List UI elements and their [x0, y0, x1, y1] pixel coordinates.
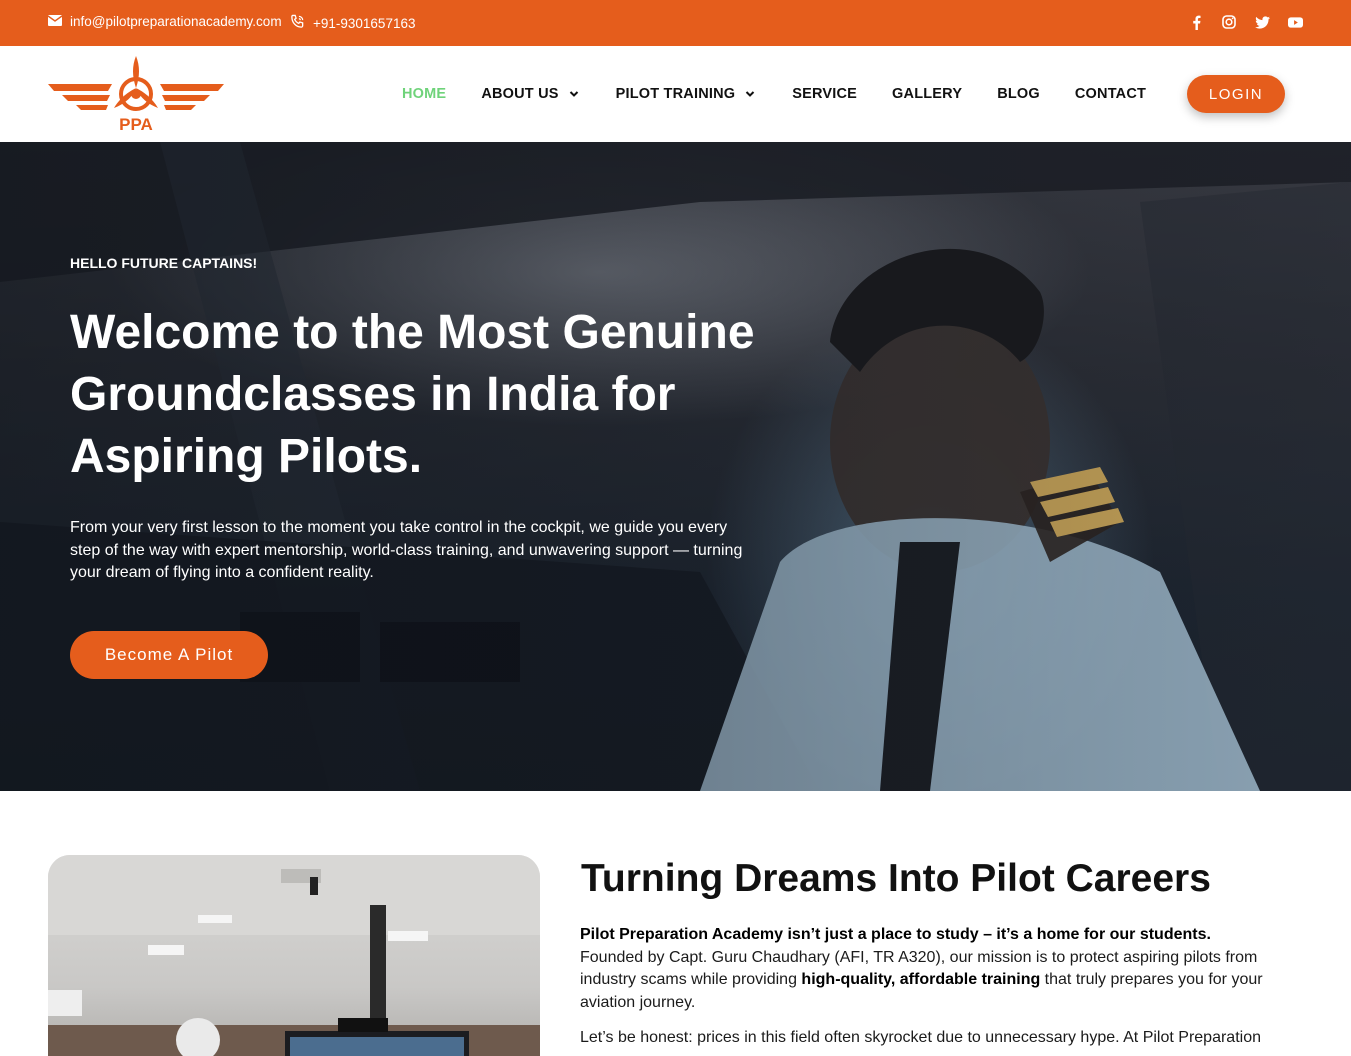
email-contact[interactable]: info@pilotpreparationacademy.com — [47, 14, 282, 29]
main-nav: HOME ABOUT US PILOT TRAINING SERVICE GAL… — [402, 46, 1146, 142]
instagram-icon[interactable] — [1221, 13, 1237, 31]
nav-gallery[interactable]: GALLERY — [892, 86, 962, 102]
about-title: Turning Dreams Into Pilot Careers — [581, 857, 1211, 900]
phone-contact[interactable]: +91-9301657163 — [290, 14, 415, 32]
chevron-down-icon — [746, 91, 755, 97]
email-text[interactable]: info@pilotpreparationacademy.com — [70, 14, 282, 29]
nav-home[interactable]: HOME — [402, 86, 446, 102]
hero-section: HELLO FUTURE CAPTAINS! Welcome to the Mo… — [0, 142, 1351, 791]
classroom-photo — [48, 855, 540, 1056]
twitter-icon[interactable] — [1254, 13, 1270, 31]
nav-service[interactable]: SERVICE — [792, 86, 857, 102]
chevron-down-icon — [569, 91, 578, 97]
login-button[interactable]: LOGIN — [1187, 75, 1285, 113]
phone-icon — [290, 14, 305, 32]
hero-eyebrow: HELLO FUTURE CAPTAINS! — [70, 255, 258, 271]
about-paragraph-2: Let’s be honest: prices in this field of… — [580, 1029, 1261, 1046]
social-links — [1188, 13, 1303, 31]
nav-pilot-training-label: PILOT TRAINING — [615, 86, 736, 102]
hero-description: From your very first lesson to the momen… — [70, 519, 743, 581]
about-paragraph-1: Pilot Preparation Academy isn’t just a p… — [580, 924, 1280, 1014]
site-header: PPA HOME ABOUT US PILOT TRAINING SERVICE… — [0, 46, 1351, 142]
nav-blog[interactable]: BLOG — [997, 86, 1040, 102]
about-lead: Pilot Preparation Academy isn’t just a p… — [580, 926, 1211, 943]
hero-title: Welcome to the Most Genuine Groundclasse… — [70, 306, 755, 483]
nav-about-us-label: ABOUT US — [481, 86, 559, 102]
facebook-icon[interactable] — [1188, 13, 1204, 31]
youtube-icon[interactable] — [1287, 13, 1303, 31]
ppa-logo[interactable]: PPA — [48, 54, 224, 134]
phone-text[interactable]: +91-9301657163 — [313, 16, 415, 31]
nav-contact[interactable]: CONTACT — [1075, 86, 1146, 102]
logo-text: PPA — [119, 115, 153, 134]
top-bar: info@pilotpreparationacademy.com +91-930… — [0, 0, 1351, 46]
nav-about-us[interactable]: ABOUT US — [481, 86, 578, 102]
nav-pilot-training[interactable]: PILOT TRAINING — [616, 86, 756, 102]
about-p1-bold: high-quality, affordable training — [801, 971, 1041, 988]
become-a-pilot-button[interactable]: Become A Pilot — [70, 631, 268, 679]
envelope-icon — [47, 14, 63, 29]
